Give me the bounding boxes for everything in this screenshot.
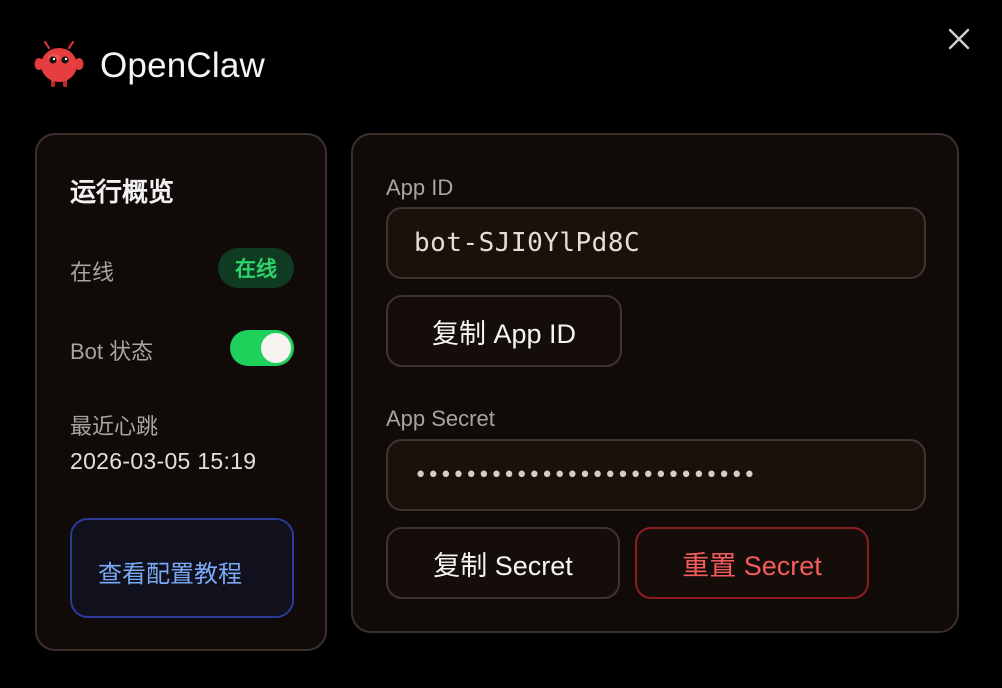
- app-title: OpenClaw: [100, 46, 266, 85]
- app-window: OpenClaw 运行概览 在线 在线 Bot 状态 最近心跳 2026-03-…: [0, 0, 1002, 688]
- reset-secret-button[interactable]: 重置 Secret: [635, 527, 869, 599]
- online-status-badge: 在线: [218, 248, 294, 288]
- app-id-value: bot-SJI0YlPd8C: [414, 228, 641, 258]
- close-button[interactable]: [942, 22, 976, 56]
- app-secret-field[interactable]: •••••••••••••••••••••••••••: [386, 439, 926, 511]
- online-label: 在线: [70, 260, 115, 285]
- app-id-field[interactable]: bot-SJI0YlPd8C: [386, 207, 926, 279]
- credentials-panel: App ID bot-SJI0YlPd8C 复制 App ID App Secr…: [351, 133, 959, 633]
- heartbeat-label: 最近心跳: [70, 414, 159, 439]
- app-secret-label: App Secret: [386, 406, 495, 431]
- app-id-label: App ID: [386, 175, 454, 200]
- app-secret-masked-value: •••••••••••••••••••••••••••: [414, 462, 756, 488]
- overview-panel: 运行概览 在线 在线 Bot 状态 最近心跳 2026-03-05 15:19 …: [35, 133, 327, 651]
- app-header: OpenClaw: [34, 40, 265, 92]
- overview-title: 运行概览: [70, 177, 175, 207]
- toggle-knob: [261, 333, 291, 363]
- bot-status-toggle[interactable]: [230, 330, 294, 366]
- close-icon: [948, 28, 970, 50]
- red-lobster-mascot-icon: [34, 41, 84, 87]
- view-tutorial-button[interactable]: 查看配置教程: [70, 518, 294, 618]
- heartbeat-timestamp: 2026-03-05 15:19: [70, 448, 257, 474]
- copy-secret-button[interactable]: 复制 Secret: [386, 527, 620, 599]
- bot-status-label: Bot 状态: [70, 339, 154, 364]
- copy-app-id-button[interactable]: 复制 App ID: [386, 295, 622, 367]
